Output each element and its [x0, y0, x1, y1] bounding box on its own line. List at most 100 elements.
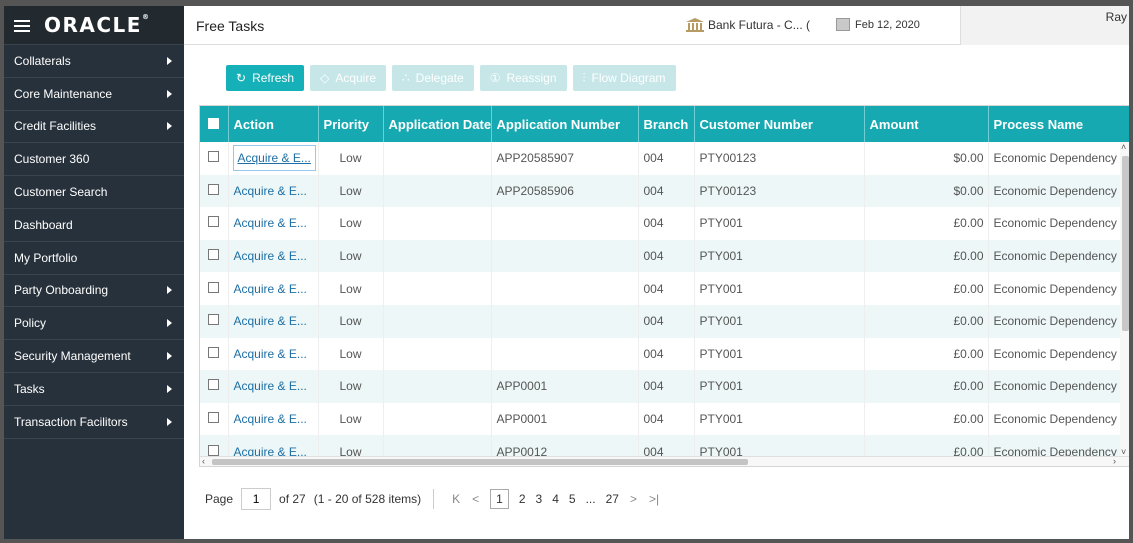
sidebar-item[interactable]: Policy: [4, 307, 184, 341]
table-cell: PTY001: [694, 370, 865, 403]
vertical-scroll-thumb[interactable]: [1122, 156, 1129, 331]
page-number-input[interactable]: [241, 488, 272, 510]
table-cell: PTY00123: [694, 142, 865, 175]
table-cell: APP20585906: [491, 174, 639, 208]
sidebar-item[interactable]: Party Onboarding: [4, 275, 184, 308]
table-cell: Economic Dependency: [988, 370, 1129, 403]
chevron-right-icon: [167, 122, 172, 131]
page-link[interactable]: 2: [519, 492, 526, 506]
sidebar-item[interactable]: Credit Facilities: [4, 111, 184, 144]
column-header[interactable]: Application Number: [491, 106, 639, 142]
column-header[interactable]: Branch: [638, 106, 695, 142]
acquire-edit-link[interactable]: Acquire & E...: [234, 412, 307, 426]
column-header[interactable]: Priority: [318, 106, 384, 142]
row-checkbox[interactable]: [208, 346, 219, 358]
table-row[interactable]: Acquire & E... Low 004 PTY001 £0.00 Economic …: [200, 304, 1129, 338]
page-link[interactable]: 3: [536, 492, 543, 506]
row-checkbox[interactable]: [208, 379, 219, 391]
bank-building-icon: [686, 18, 704, 32]
table-row[interactable]: Acquire & E... Low 004 PTY001 £0.00 Economic …: [200, 239, 1129, 273]
vertical-scrollbar[interactable]: ˄ ˅: [1120, 142, 1129, 457]
page-link[interactable]: 4: [552, 492, 559, 506]
column-header[interactable]: Application Date: [383, 106, 492, 142]
reassign-button[interactable]: ① Reassign: [479, 65, 567, 91]
flow-diagram-button[interactable]: ⫶ Flow Diagram: [572, 65, 676, 91]
next-page-button[interactable]: >: [630, 492, 637, 506]
refresh-button[interactable]: ↻ Refresh: [226, 65, 305, 91]
table-row[interactable]: Acquire & E... Low 004 PTY001 £0.00 Economic …: [200, 207, 1129, 240]
delegate-button[interactable]: ∴ Delegate: [392, 65, 474, 91]
row-checkbox[interactable]: [208, 412, 219, 424]
column-header[interactable]: Process Name: [988, 106, 1129, 142]
table-cell: Economic Dependency: [988, 239, 1129, 273]
acquire-edit-link[interactable]: Acquire & E...: [234, 379, 307, 393]
page-link[interactable]: 5: [569, 492, 576, 506]
action-toolbar: ↻ Refresh ◇ Acquire ∴ Delegate ① Reassign ⫶ F…: [226, 65, 676, 91]
acquire-edit-link[interactable]: Acquire & E...: [234, 314, 307, 328]
sidebar-item[interactable]: Customer 360: [4, 143, 184, 177]
sidebar-item[interactable]: Security Management: [4, 340, 184, 373]
row-checkbox[interactable]: [208, 314, 219, 326]
table-row[interactable]: Acquire & E... Low APP0001 004 PTY001 £0.00 Ec…: [200, 402, 1129, 436]
acquire-edit-link[interactable]: Acquire & E...: [234, 282, 307, 296]
column-header[interactable]: Amount: [864, 106, 989, 142]
sidebar-item[interactable]: Customer Search: [4, 176, 184, 209]
tasks-grid: Action Priority Application Date Applica…: [199, 105, 1129, 467]
scroll-right-icon[interactable]: ›: [1113, 456, 1116, 466]
page-ellipsis[interactable]: ...: [586, 492, 596, 506]
table-cell: Economic Dependency: [988, 142, 1129, 175]
table-cell: Acquire & E...: [228, 370, 319, 403]
scroll-up-icon[interactable]: ˄: [1121, 142, 1126, 152]
acquire-edit-link[interactable]: Acquire & E...: [234, 216, 307, 230]
row-checkbox[interactable]: [208, 249, 219, 261]
sidebar-item[interactable]: Collaterals: [4, 45, 184, 78]
acquire-edit-link[interactable]: Acquire & E...: [234, 184, 307, 198]
sidebar-item[interactable]: Core Maintenance: [4, 78, 184, 111]
row-checkbox[interactable]: [208, 151, 219, 163]
delegate-icon: ∴: [402, 71, 410, 85]
reassign-icon: ①: [489, 71, 501, 85]
table-row[interactable]: Acquire & E... Low 004 PTY001 £0.00 Economic …: [200, 272, 1129, 305]
table-cell: PTY001: [694, 402, 865, 436]
row-checkbox[interactable]: [208, 183, 219, 195]
column-header[interactable]: Action: [228, 106, 319, 142]
table-row[interactable]: Acquire & E... Low APP20585907 004 PTY00123 $…: [200, 142, 1129, 175]
first-page-button[interactable]: K: [452, 492, 460, 506]
table-cell: Low: [318, 402, 384, 436]
user-menu[interactable]: Ray: [960, 6, 1129, 45]
acquire-edit-link[interactable]: Acquire & E...: [234, 249, 307, 263]
sidebar-item[interactable]: Tasks: [4, 373, 184, 406]
acquire-button[interactable]: ◇ Acquire: [310, 65, 387, 91]
acquire-edit-link[interactable]: Acquire & E...: [234, 347, 307, 361]
table-cell: $0.00: [864, 142, 989, 175]
sidebar-item[interactable]: Dashboard: [4, 209, 184, 242]
table-cell: £0.00: [864, 272, 989, 305]
page-count: of 27: [279, 492, 306, 506]
sidebar-header: ORACLE®: [4, 6, 184, 45]
page-link[interactable]: 27: [606, 492, 619, 506]
sidebar-item[interactable]: Transaction Facilitors: [4, 406, 184, 439]
branch-selector[interactable]: Bank Futura - C... (: [686, 18, 810, 32]
hamburger-menu-icon[interactable]: [14, 19, 30, 32]
sidebar-item[interactable]: My Portfolio: [4, 242, 184, 275]
table-cell: 004: [638, 142, 695, 175]
sidebar-item-label: Policy: [14, 316, 47, 331]
row-checkbox[interactable]: [208, 281, 219, 293]
acquire-edit-link[interactable]: Acquire & E...: [232, 145, 316, 172]
table-row[interactable]: Acquire & E... Low 004 PTY001 £0.00 Economic …: [200, 337, 1129, 371]
page-link[interactable]: 1: [490, 489, 509, 509]
table-row[interactable]: Acquire & E... Low APP0001 004 PTY001 £0.00 Ec…: [200, 370, 1129, 403]
horizontal-scrollbar[interactable]: ‹ ›: [200, 456, 1129, 466]
column-header[interactable]: Customer Number: [694, 106, 865, 142]
last-page-button[interactable]: >|: [649, 492, 659, 506]
table-cell: PTY001: [694, 304, 865, 338]
row-select-cell: [200, 337, 229, 371]
row-checkbox[interactable]: [208, 216, 219, 228]
table-cell: £0.00: [864, 304, 989, 338]
horizontal-scroll-thumb[interactable]: [212, 459, 748, 465]
select-all-checkbox[interactable]: [208, 117, 219, 129]
scroll-left-icon[interactable]: ‹: [202, 456, 205, 466]
table-row[interactable]: Acquire & E... Low APP20585906 004 PTY00123 $…: [200, 174, 1129, 208]
row-checkbox[interactable]: [208, 444, 219, 456]
previous-page-button[interactable]: <: [472, 492, 479, 506]
